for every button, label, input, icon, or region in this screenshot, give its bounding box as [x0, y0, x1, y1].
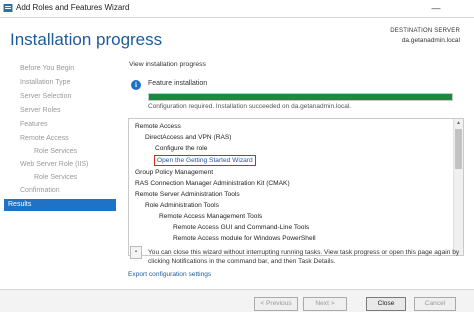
cancel-button[interactable]: Cancel — [414, 297, 456, 311]
installation-status-text: Configuration required. Installation suc… — [148, 103, 352, 110]
view-progress-label: View installation progress — [129, 61, 206, 68]
title-bar: Add Roles and Features Wizard — — [0, 0, 474, 18]
close-wizard-note: You can close this wizard without interr… — [148, 249, 460, 265]
nav-item-role-services-iis[interactable]: Role Services — [34, 172, 77, 184]
nav-item-features[interactable]: Features — [20, 119, 48, 131]
result-item-ra-mgmt-tools: Remote Access Management Tools — [159, 213, 263, 220]
info-icon: i — [131, 80, 141, 90]
notification-icon: ▪ — [130, 246, 142, 259]
window-title: Add Roles and Features Wizard — [16, 3, 130, 12]
nav-item-role-services[interactable]: Role Services — [34, 146, 77, 158]
close-button[interactable]: Close — [366, 297, 406, 311]
nav-item-confirmation[interactable]: Confirmation — [20, 185, 60, 197]
scroll-up-arrow-icon[interactable]: ▲ — [454, 119, 463, 127]
nav-item-installation-type[interactable]: Installation Type — [20, 77, 70, 89]
result-item-ra-powershell: Remote Access module for Windows PowerSh… — [173, 235, 316, 242]
nav-item-remote-access[interactable]: Remote Access — [20, 133, 69, 145]
minimize-button[interactable]: — — [429, 2, 443, 14]
result-item-role-admin-tools: Role Administration Tools — [145, 202, 219, 209]
results-list[interactable]: Remote Access DirectAccess and VPN (RAS)… — [128, 118, 464, 256]
progress-fill — [149, 94, 452, 100]
installation-progress-bar — [148, 93, 453, 101]
wizard-nav: Before You Begin Installation Type Serve… — [0, 58, 118, 278]
export-configuration-link[interactable]: Export configuration settings — [128, 271, 211, 278]
nav-item-before-you-begin[interactable]: Before You Begin — [20, 63, 74, 75]
result-item-cmak: RAS Connection Manager Administration Ki… — [135, 180, 290, 187]
server-manager-icon — [3, 4, 13, 12]
wizard-header: Installation progress DESTINATION SERVER… — [0, 18, 474, 58]
result-item-configure-role: Configure the role — [155, 145, 208, 152]
result-item-group-policy: Group Policy Management — [135, 169, 214, 176]
next-button[interactable]: Next > — [303, 297, 347, 311]
result-item-ra-gui-cli: Remote Access GUI and Command-Line Tools — [173, 224, 310, 231]
nav-item-server-selection[interactable]: Server Selection — [20, 91, 71, 103]
destination-server-value: da.getanadmin.local — [401, 37, 460, 44]
result-item-remote-access: Remote Access — [135, 123, 181, 130]
nav-item-web-server-role[interactable]: Web Server Role (IIS) — [20, 159, 88, 171]
scrollbar-thumb[interactable] — [455, 129, 462, 169]
page-title: Installation progress — [10, 30, 163, 49]
previous-button[interactable]: < Previous — [254, 297, 298, 311]
destination-server-label: DESTINATION SERVER — [390, 28, 460, 34]
nav-item-server-roles[interactable]: Server Roles — [20, 105, 60, 117]
results-scrollbar[interactable]: ▲ — [453, 119, 463, 255]
result-item-rsat: Remote Server Administration Tools — [135, 191, 240, 198]
nav-item-results[interactable]: Results — [4, 199, 116, 211]
result-item-directaccess-vpn: DirectAccess and VPN (RAS) — [145, 134, 232, 141]
wizard-footer: < Previous Next > Close Cancel — [0, 289, 474, 312]
getting-started-wizard-link[interactable]: Open the Getting Started Wizard — [154, 155, 256, 166]
feature-installation-title: Feature installation — [148, 80, 208, 87]
